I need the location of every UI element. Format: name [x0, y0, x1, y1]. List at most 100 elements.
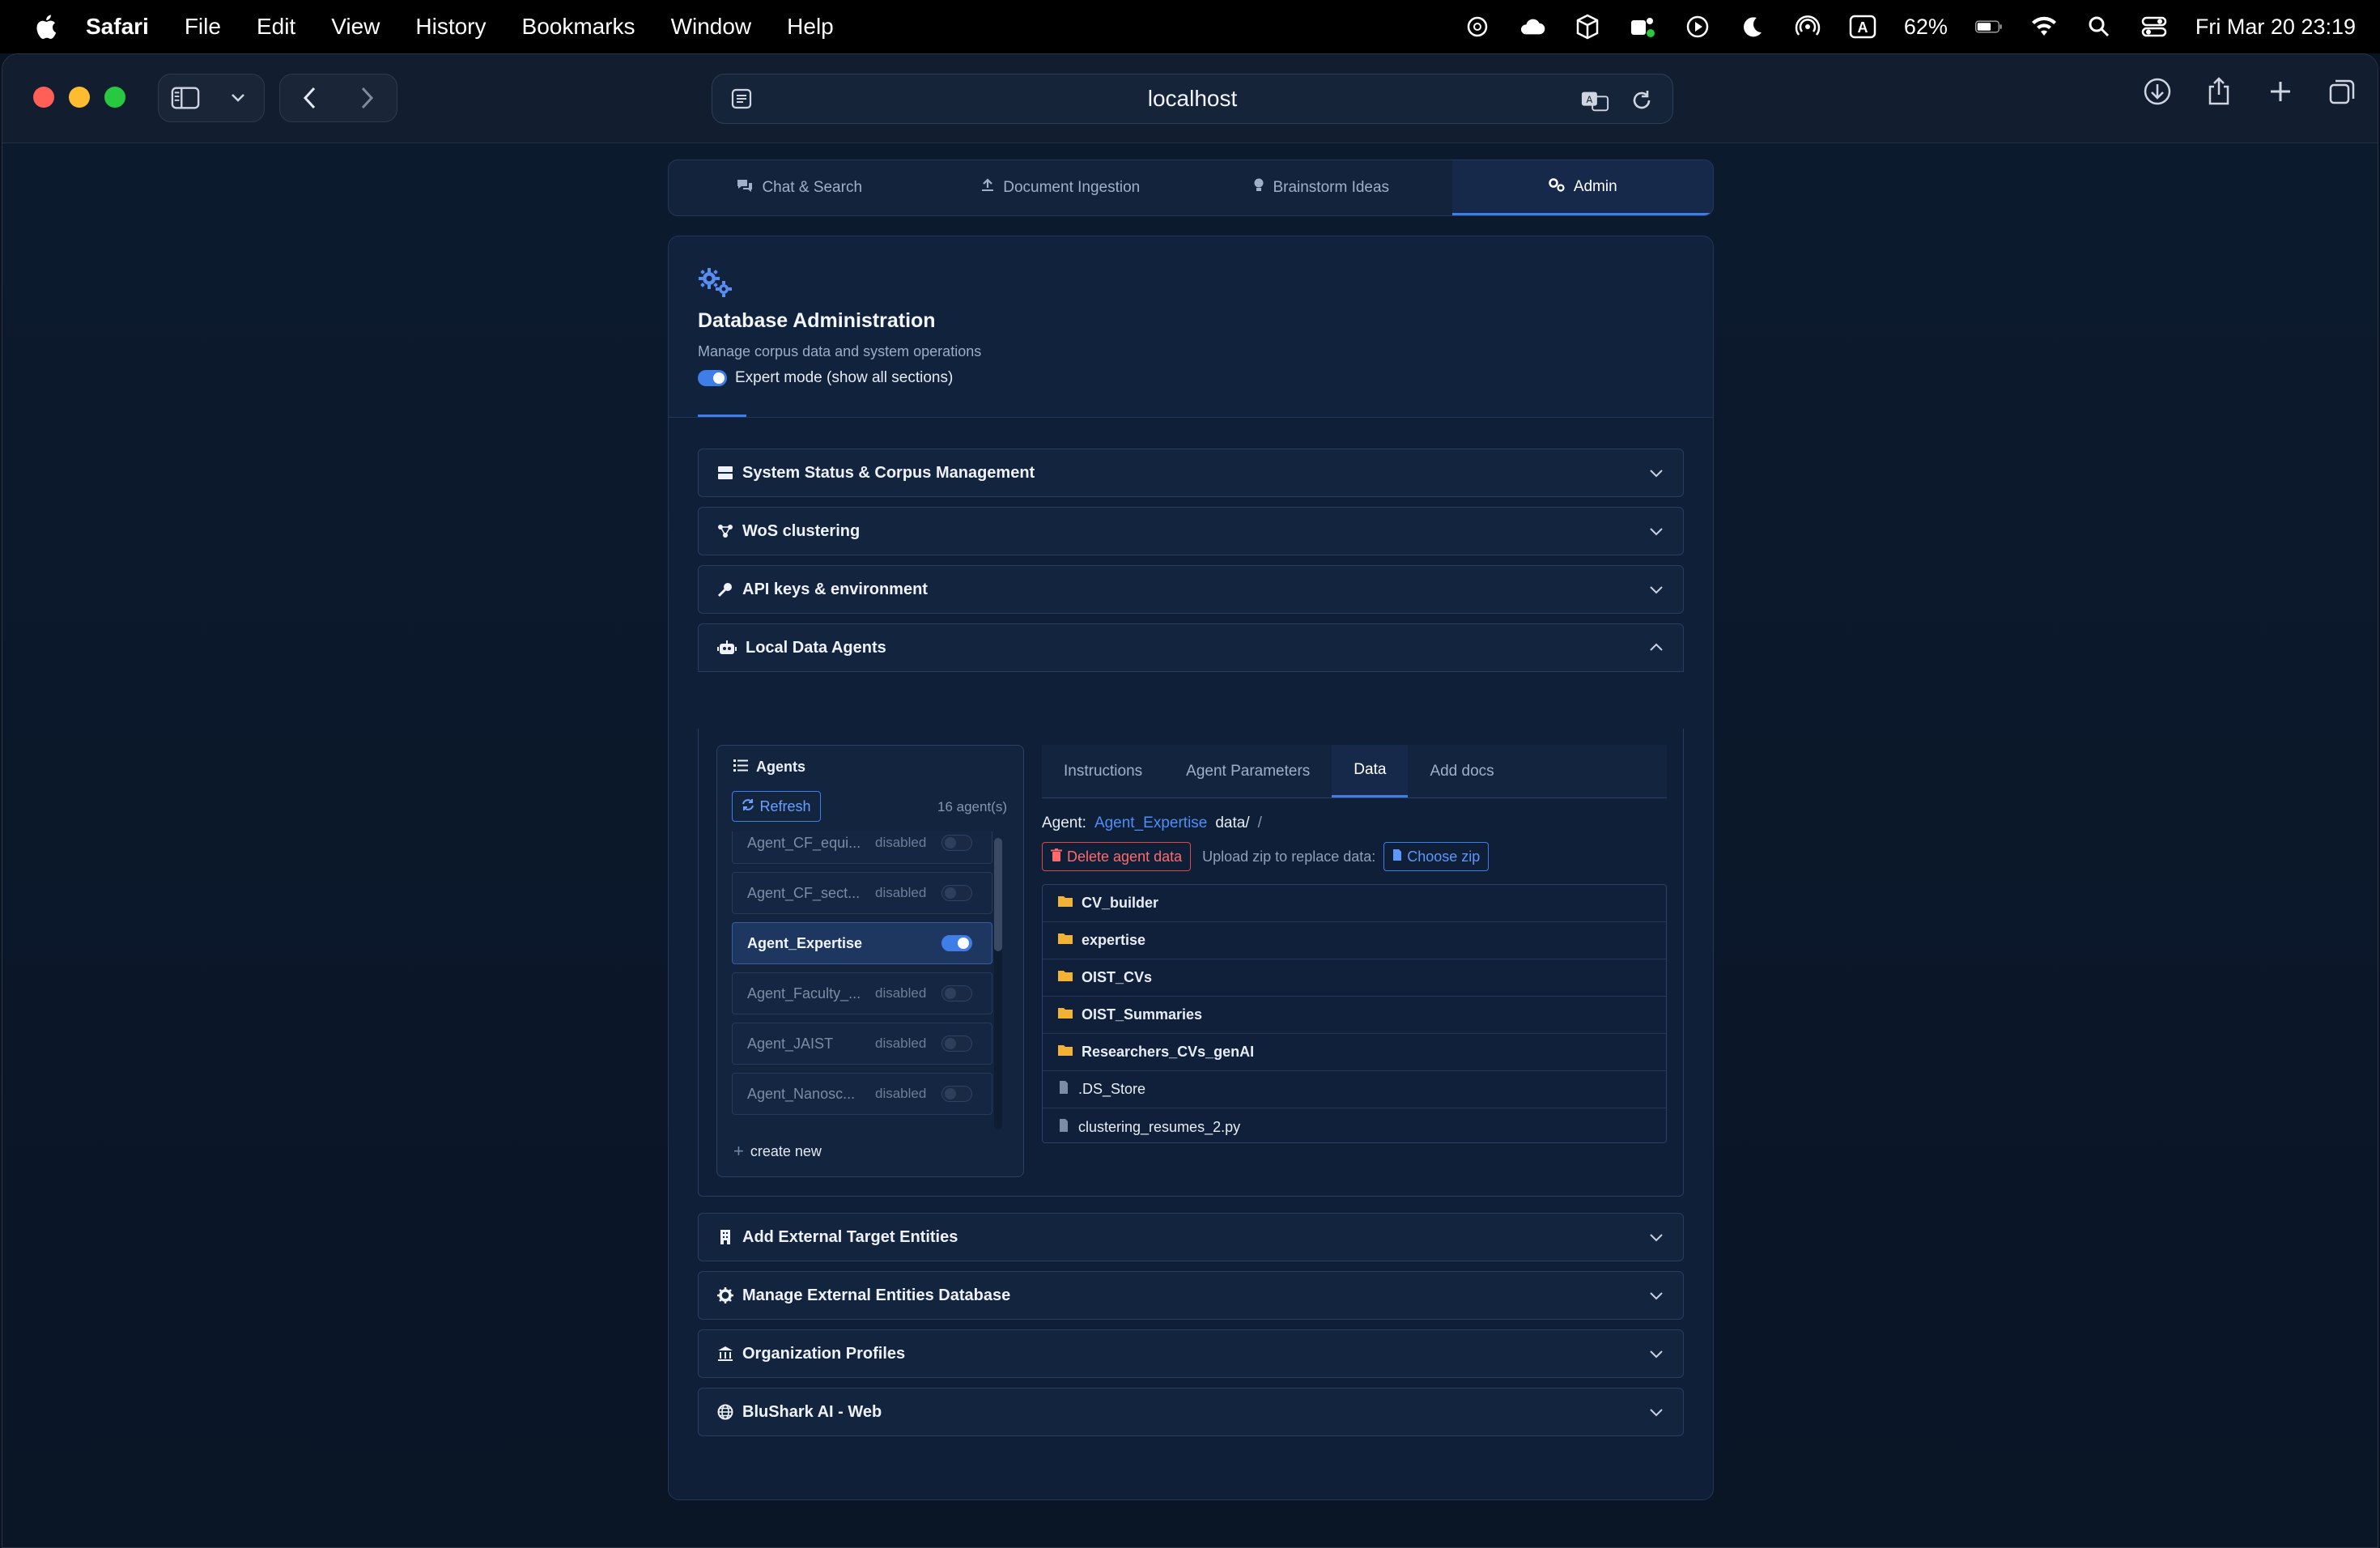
menu-view[interactable]: View [331, 14, 380, 40]
folder-icon [1057, 932, 1073, 949]
list-item[interactable]: expertise [1043, 922, 1666, 959]
breadcrumb: Agent: Agent_Expertise data/ / [1042, 814, 1262, 832]
play-icon[interactable] [1684, 13, 1711, 40]
apple-logo-icon[interactable] [32, 13, 58, 40]
choose-zip-button[interactable]: Choose zip [1383, 842, 1490, 871]
list-item[interactable]: CV_builder [1043, 885, 1666, 922]
section-local-data-agents[interactable]: Local Data Agents [698, 623, 1684, 672]
page-menu-icon[interactable] [730, 87, 753, 114]
teams-icon[interactable] [1629, 13, 1656, 40]
tab-data[interactable]: Data [1332, 745, 1409, 797]
reload-icon[interactable] [1627, 86, 1656, 115]
url-text[interactable]: localhost [1148, 86, 1238, 112]
chevron-up-icon[interactable] [1647, 639, 1665, 661]
openai-icon[interactable] [1464, 13, 1491, 40]
agent-enable-toggle[interactable] [941, 935, 972, 951]
control-center-icon[interactable] [2140, 13, 2168, 40]
forward-arrow-icon[interactable] [353, 83, 382, 113]
agent-row-expertise[interactable]: Agent_Expertise [732, 922, 992, 964]
chevron-down-icon[interactable] [1647, 1403, 1665, 1426]
scrollbar-thumb[interactable] [994, 838, 1002, 951]
menu-history[interactable]: History [415, 14, 486, 40]
menu-file[interactable]: File [185, 14, 221, 40]
agent-row-faculty[interactable]: Agent_Faculty_... disabled [732, 972, 992, 1014]
agent-enable-toggle[interactable] [941, 1036, 972, 1052]
agent-label: Agent: [1042, 814, 1086, 831]
back-arrow-icon[interactable] [295, 83, 324, 113]
menu-help[interactable]: Help [787, 14, 834, 40]
tab-agent-parameters[interactable]: Agent Parameters [1164, 745, 1332, 797]
chevron-down-icon[interactable] [223, 83, 253, 113]
menubar-clock[interactable]: Fri Mar 20 23:19 [2195, 15, 2356, 40]
agent-name-link[interactable]: Agent_Expertise [1094, 814, 1207, 832]
safari-window: localhost A Chat & Search Document Inges… [2, 53, 2378, 1548]
expert-mode-toggle[interactable] [698, 370, 727, 386]
menu-app-name[interactable]: Safari [86, 14, 149, 40]
new-tab-plus-icon[interactable] [2266, 77, 2295, 106]
section-wos-clustering[interactable]: WoS clustering [698, 507, 1684, 555]
chevron-down-icon[interactable] [1647, 1228, 1665, 1251]
agent-enable-toggle[interactable] [941, 1086, 972, 1102]
tab-instructions[interactable]: Instructions [1042, 745, 1164, 797]
section-manage-external-entities[interactable]: Manage External Entities Database [698, 1271, 1684, 1320]
agent-row-jaist[interactable]: Agent_JAIST disabled [732, 1023, 992, 1065]
chevron-down-icon[interactable] [1647, 464, 1665, 487]
wifi-icon[interactable] [2030, 13, 2058, 40]
agent-row-nanosc[interactable]: Agent_Nanosc... disabled [732, 1073, 992, 1115]
expert-mode-toggle-row[interactable]: Expert mode (show all sections) [698, 369, 953, 387]
list-item[interactable]: clustering_resumes_2.py [1043, 1108, 1666, 1142]
share-icon[interactable] [2204, 77, 2233, 106]
agent-enable-toggle[interactable] [941, 885, 972, 901]
battery-icon[interactable] [1974, 13, 2003, 40]
chevron-down-icon[interactable] [1647, 580, 1665, 603]
sidebar-icon[interactable] [171, 83, 200, 113]
address-bar[interactable]: localhost A [712, 74, 1673, 124]
tab-admin[interactable]: Admin [1451, 160, 1713, 215]
menu-bookmarks[interactable]: Bookmarks [522, 14, 635, 40]
menu-window[interactable]: Window [671, 14, 752, 40]
window-zoom-button[interactable] [104, 87, 125, 108]
svg-text:A: A [1857, 19, 1868, 36]
agent-enable-toggle[interactable] [941, 985, 972, 1002]
input-source-icon[interactable]: A [1849, 13, 1876, 40]
agent-row-cf-equi[interactable]: Agent_CF_equi... disabled [732, 831, 992, 864]
moon-icon[interactable] [1739, 13, 1766, 40]
section-system-status[interactable]: System Status & Corpus Management [698, 449, 1684, 497]
chevron-down-icon[interactable] [1647, 522, 1665, 545]
tab-chat-search[interactable]: Chat & Search [669, 160, 930, 215]
refresh-button[interactable]: Refresh [732, 791, 821, 822]
file-icon [1057, 1118, 1070, 1137]
create-new-agent-link[interactable]: + create new [733, 1141, 822, 1162]
delete-agent-data-button[interactable]: Delete agent data [1042, 842, 1192, 871]
list-item[interactable]: OIST_Summaries [1043, 997, 1666, 1034]
tab-brainstorm-ideas[interactable]: Brainstorm Ideas [1191, 160, 1452, 215]
list-item[interactable]: OIST_CVs [1043, 959, 1666, 997]
menu-edit[interactable]: Edit [257, 14, 295, 40]
translate-icon[interactable]: A [1580, 86, 1609, 115]
agent-enable-toggle[interactable] [941, 835, 972, 851]
section-add-external-target-entities[interactable]: Add External Target Entities [698, 1213, 1684, 1261]
chevron-down-icon[interactable] [1647, 1286, 1665, 1309]
window-close-button[interactable] [33, 87, 54, 108]
tab-add-docs[interactable]: Add docs [1408, 745, 1515, 797]
tab-overview-icon[interactable] [2327, 77, 2357, 106]
window-minimize-button[interactable] [69, 87, 90, 108]
section-organization-profiles[interactable]: Organization Profiles [698, 1329, 1684, 1378]
list-item[interactable]: Researchers_CVs_genAI [1043, 1034, 1666, 1071]
section-api-keys[interactable]: API keys & environment [698, 565, 1684, 614]
lightbulb-icon [1253, 177, 1264, 198]
spotlight-search-icon[interactable] [2085, 13, 2113, 40]
cloud-icon[interactable] [1519, 13, 1546, 40]
list-item[interactable]: .DS_Store [1043, 1071, 1666, 1108]
tab-document-ingestion[interactable]: Document Ingestion [930, 160, 1192, 215]
agent-row-cf-sect[interactable]: Agent_CF_sect... disabled [732, 872, 992, 914]
file-icon [1392, 848, 1402, 865]
agent-list-scrollbar[interactable] [994, 838, 1002, 1129]
section-blushark-ai-web[interactable]: BluShark AI - Web [698, 1388, 1684, 1436]
box-icon[interactable] [1574, 13, 1601, 40]
browser-toolbar: localhost A [2, 54, 2378, 143]
chevron-down-icon[interactable] [1647, 1345, 1665, 1367]
airdrop-icon[interactable] [1794, 13, 1821, 40]
path-root[interactable]: data/ [1215, 814, 1249, 832]
downloads-icon[interactable] [2143, 77, 2172, 106]
